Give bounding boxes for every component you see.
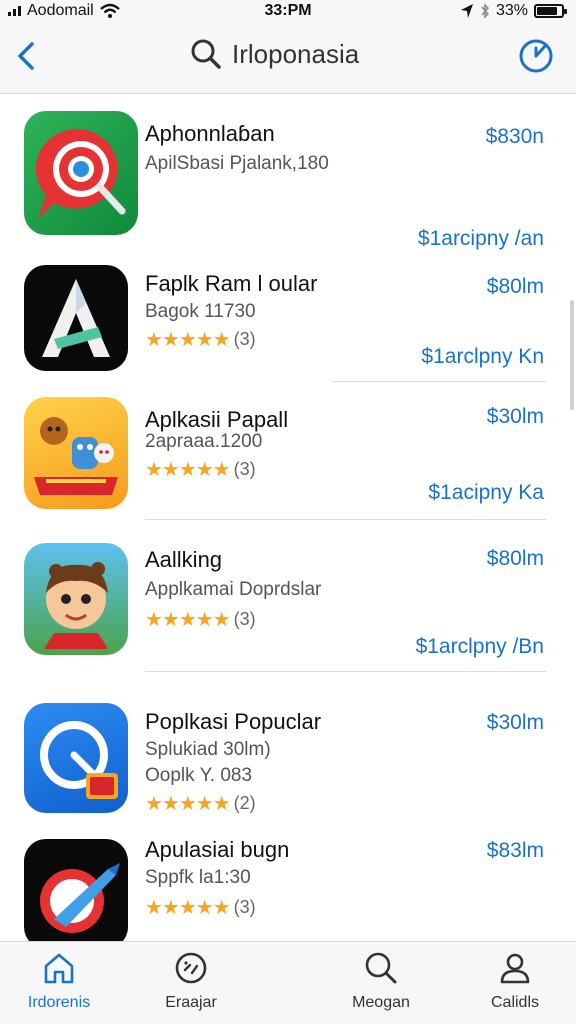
compass-icon — [175, 952, 207, 984]
app-icon — [24, 703, 128, 813]
scroll-indicator[interactable] — [570, 300, 574, 410]
home-icon — [44, 953, 74, 984]
star-rating-icon: ★★★★★ — [145, 459, 231, 481]
battery-icon — [534, 4, 567, 18]
rating: ★★★★★ (3) — [145, 607, 256, 632]
tab-label: Meogan — [352, 994, 410, 1011]
list-item[interactable]: Aallking Applkamai Doprdslar ★★★★★ (3) $… — [0, 525, 576, 685]
tab-label: Eraajar — [165, 994, 217, 1011]
app-subtitle: ApilSbasi Pjalank,180 — [145, 153, 329, 174]
rating-count: (2) — [233, 793, 256, 813]
cartoon-characters-icon — [34, 417, 118, 495]
tab-label: Irdorenis — [27, 994, 91, 1011]
star-rating-icon: ★★★★★ — [145, 897, 231, 919]
app-subtitle: Sppfk la1:30 — [145, 867, 251, 888]
buy-button[interactable]: $1arcipny /an — [418, 227, 544, 251]
app-name: Apulasiai bugn — [145, 837, 290, 862]
navigation-bar: Irloponasia — [0, 24, 576, 94]
tab-home[interactable]: Irdorenis — [4, 950, 114, 1012]
star-rating-icon: ★★★★★ — [145, 793, 231, 815]
app-name: Poplkasi Popuclar — [145, 709, 322, 734]
bluetooth-icon — [481, 3, 489, 19]
rating: ★★★★★ (3) — [145, 457, 256, 482]
chevron-left-icon — [18, 42, 34, 70]
app-name: Aallking — [145, 547, 223, 572]
app-icon — [24, 543, 128, 655]
list-item[interactable]: Aplkasii Papall 2apraaa.1200 ★★★★★ (3) $… — [0, 385, 576, 525]
buy-button[interactable]: $1acipny Ka — [428, 481, 544, 505]
letter-a-icon — [42, 279, 110, 357]
price-label[interactable]: $80lm — [487, 547, 544, 571]
app-icon — [24, 265, 128, 371]
app-icon — [24, 111, 138, 235]
price-label[interactable]: $83lm — [487, 839, 544, 863]
search-icon — [191, 39, 221, 69]
app-name: Faplk Ram l oular — [145, 271, 318, 296]
price-label[interactable]: $30lm — [487, 405, 544, 429]
status-bar: Aodomail 33:PM 33% — [0, 0, 576, 24]
buy-button[interactable]: $1arclpny /Bn — [416, 635, 544, 659]
app-name: Aplkasii Papall — [145, 407, 289, 432]
rating: ★★★★★ (2) — [145, 791, 256, 816]
price-label[interactable]: $80lm — [487, 275, 544, 299]
star-rating-icon: ★★★★★ — [145, 609, 231, 631]
tab-profile[interactable]: Calidls — [460, 950, 570, 1012]
search-icon — [365, 952, 397, 984]
separator — [145, 671, 546, 672]
app-subtitle: Bagok 11730 — [145, 301, 256, 322]
list-item[interactable]: Faplk Ram l oular Bagok 11730 ★★★★★ (3) … — [0, 255, 576, 385]
back-button[interactable] — [8, 36, 48, 76]
rating: ★★★★★ (3) — [145, 327, 256, 352]
list-item[interactable]: Poplkasi Popuclar Splukiad 30lm) Ooplk Y… — [0, 685, 576, 825]
app-subtitle: 2apraaa.1200 — [145, 431, 263, 452]
separator — [145, 519, 546, 520]
app-subtitle-secondary: Ooplk Y. 083 — [145, 765, 253, 786]
price-label[interactable]: $830n — [486, 125, 544, 149]
dial-icon — [40, 721, 118, 799]
tab-bar: Irdorenis Eraajar Meogan Calidls — [0, 941, 576, 1024]
rating-count: (3) — [233, 459, 256, 479]
star-rating-icon: ★★★★★ — [145, 329, 231, 351]
tab-label: Calidls — [490, 994, 539, 1011]
app-subtitle: Applkamai Doprdslar — [145, 579, 322, 600]
buy-button[interactable]: $1arclpny Kn — [421, 345, 544, 369]
app-name: Aphonnlaɓan — [145, 121, 275, 146]
tab-search[interactable]: Meogan — [326, 950, 436, 1012]
rocket-badge-icon — [40, 863, 120, 933]
cartoon-boy-icon — [44, 562, 108, 649]
person-icon — [500, 953, 530, 984]
rating: ★★★★★ (3) — [145, 895, 256, 920]
list-item[interactable]: Aphonnlaɓan ApilSbasi Pjalank,180 $830n … — [0, 95, 576, 255]
app-subtitle: Splukiad 30lm) — [145, 739, 271, 760]
compass-button[interactable] — [516, 36, 556, 76]
chat-magnifier-icon — [35, 128, 126, 219]
price-label[interactable]: $30lm — [487, 711, 544, 735]
tab-explore[interactable]: Eraajar — [136, 950, 246, 1012]
location-icon — [460, 4, 473, 18]
battery-percent: 33% — [495, 2, 528, 19]
page-title: Irloponasia — [232, 38, 360, 69]
app-icon — [24, 397, 128, 509]
rating-count: (3) — [233, 609, 256, 629]
list-item[interactable]: Apulasiai bugn Sppfk la1:30 ★★★★★ (3) $8… — [0, 825, 576, 941]
rating-count: (3) — [233, 329, 256, 349]
app-icon — [24, 839, 128, 941]
compass-icon — [519, 39, 553, 73]
app-list[interactable]: Aphonnlaɓan ApilSbasi Pjalank,180 $830n … — [0, 95, 576, 941]
rating-count: (3) — [233, 897, 256, 917]
nav-title-group: Irloponasia — [190, 38, 359, 70]
separator — [332, 381, 546, 382]
